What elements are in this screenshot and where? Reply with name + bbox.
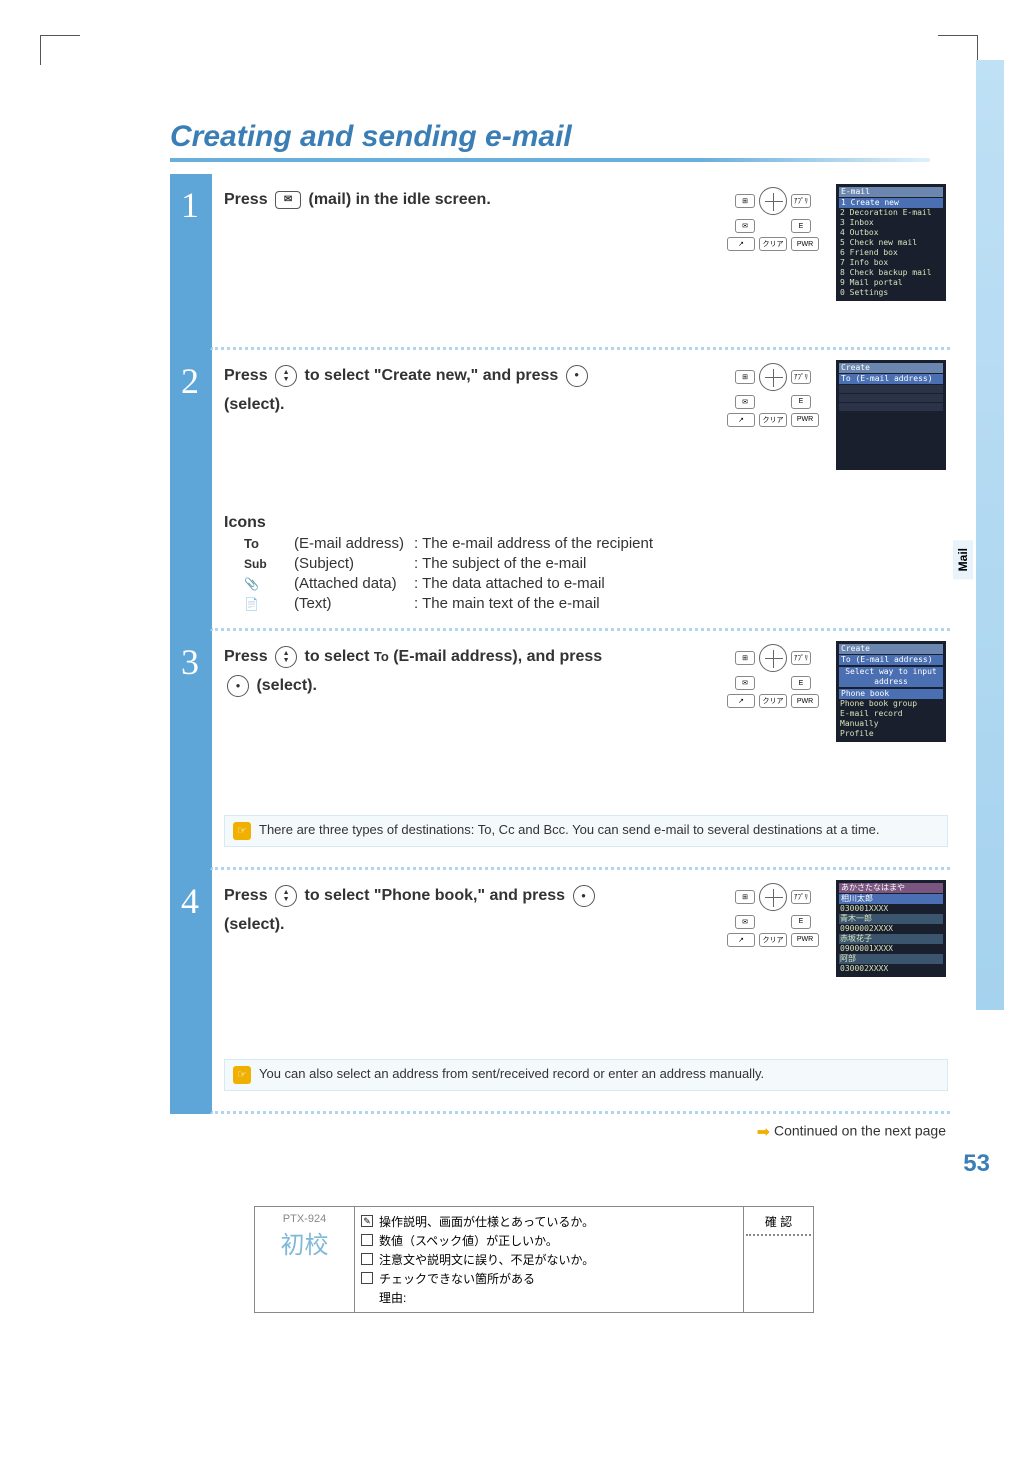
- icon-def-text: (Text): The main text of the e-mail: [244, 595, 948, 612]
- checkbox-icon: [361, 1272, 373, 1284]
- up-down-icon: [275, 885, 297, 907]
- step-number-1: 1: [170, 174, 210, 350]
- keypad-illustration: ⊞ｱﾌﾟﾘ ✉E ↗クリアPWR: [718, 641, 828, 711]
- book-key-icon: ⊞: [735, 194, 755, 208]
- proof-stage: 初校: [259, 1225, 350, 1260]
- icon-def-to: To(E-mail address): The e-mail address o…: [244, 535, 948, 552]
- mail-icon: ✉: [275, 191, 301, 209]
- phone-screen-3: Create To (E-mail address) Select way to…: [836, 641, 946, 742]
- pwr-key-icon: PWR: [791, 237, 819, 251]
- proof-row: 理由:: [379, 1289, 406, 1306]
- proof-row: 操作説明、画面が仕様とあっているか。: [379, 1213, 594, 1230]
- icons-heading: Icons: [224, 514, 948, 532]
- up-down-icon: [275, 365, 297, 387]
- step-2-instruction: Press to select "Create new," and press …: [224, 362, 604, 420]
- crop-mark-tr: [938, 35, 978, 65]
- checkbox-icon: [361, 1215, 373, 1227]
- phone-screen-4: あかさたなはまや 相川太郎 030001XXXX 青木一郎 0900002XXX…: [836, 880, 946, 977]
- checkbox-icon: [361, 1234, 373, 1246]
- call-key-icon: ↗: [727, 237, 755, 251]
- side-color-bar: [976, 60, 1004, 1010]
- center-select-icon: [573, 885, 595, 907]
- tip-icon: ☞: [233, 1066, 251, 1084]
- apuri-key-icon: ｱﾌﾟﾘ: [791, 194, 811, 208]
- proof-check-box: PTX-924 初校 操作説明、画面が仕様とあっているか。 数値（スペック値）が…: [254, 1206, 814, 1313]
- tip-note-4: ☞ You can also select an address from se…: [224, 1059, 948, 1091]
- page-title: Creating and sending e-mail: [170, 120, 968, 154]
- proof-row: 注意文や説明文に誤り、不足がないか。: [379, 1251, 594, 1268]
- proof-id: PTX-924: [259, 1213, 350, 1225]
- proof-row: チェックできない箇所がある: [379, 1270, 535, 1287]
- tip-note-3: ☞ There are three types of destinations:…: [224, 815, 948, 847]
- keypad-illustration: ⊞ｱﾌﾟﾘ ✉E ↗クリアPWR: [718, 360, 828, 430]
- checkbox-icon: [361, 1253, 373, 1265]
- phone-screen-1: E-mail 1 Create new 2 Decoration E-mail …: [836, 184, 946, 301]
- step-number-4: 4: [170, 870, 210, 1114]
- step-3-instruction: Press to select To (E-mail address), and…: [224, 643, 604, 701]
- page-number: 53: [170, 1150, 990, 1178]
- step-4-instruction: Press to select "Phone book," and press …: [224, 882, 604, 940]
- title-underline: [170, 158, 930, 162]
- keypad-illustration: ⊞ ｱﾌﾟﾘ ✉ E ↗ クリア PWR: [718, 184, 828, 254]
- proof-row: 数値（スペック値）が正しいか。: [379, 1232, 558, 1249]
- phone-screen-2: Create To (E-mail address): [836, 360, 946, 470]
- continued-note: ➡ Continued on the next page: [170, 1114, 950, 1150]
- arrow-right-icon: ➡: [757, 1124, 770, 1141]
- keypad-illustration: ⊞ｱﾌﾟﾘ ✉E ↗クリアPWR: [718, 880, 828, 950]
- center-select-icon: [227, 675, 249, 697]
- section-tab-mail: Mail: [953, 540, 973, 579]
- mail-key-icon: ✉: [735, 219, 755, 233]
- step-number-3: 3: [170, 631, 210, 870]
- dpad-icon: [759, 187, 787, 215]
- icon-def-sub: Sub(Subject): The subject of the e-mail: [244, 555, 948, 572]
- confirm-label: 確 認: [746, 1213, 811, 1230]
- center-select-icon: [566, 365, 588, 387]
- crop-mark-tl: [40, 35, 80, 65]
- up-down-icon: [275, 646, 297, 668]
- step-number-2: 2: [170, 350, 210, 632]
- clear-key-icon: クリア: [759, 237, 787, 251]
- tip-icon: ☞: [233, 822, 251, 840]
- icon-def-attach: (Attached data): The data attached to e-…: [244, 575, 948, 592]
- e-key-icon: E: [791, 219, 811, 233]
